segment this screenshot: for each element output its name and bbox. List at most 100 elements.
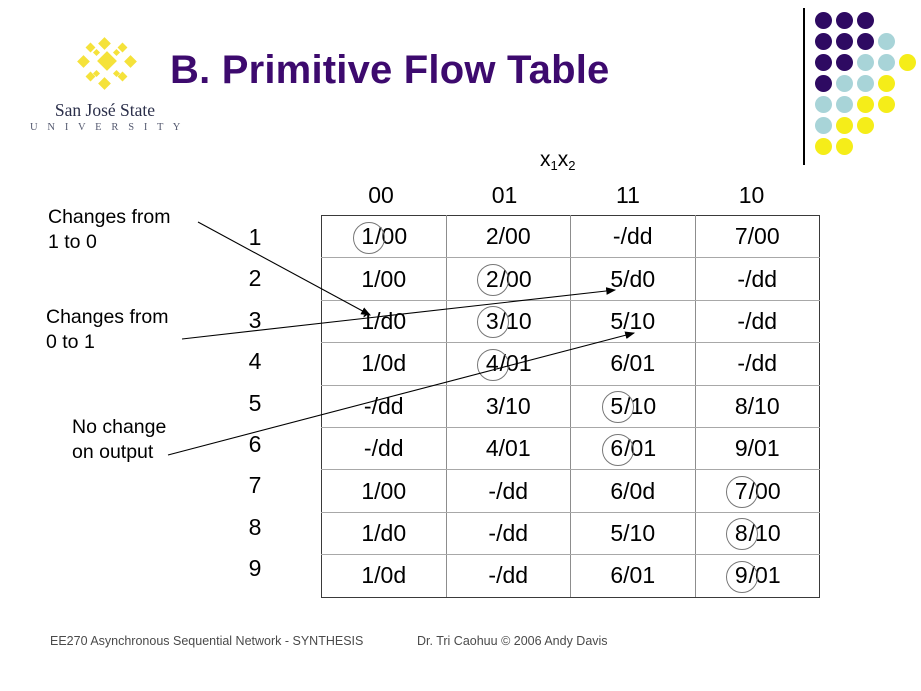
flow-cell-r4-c00: 1/0d [321,342,447,386]
decorative-dot-teal [878,54,895,71]
axis-label-x1-base: x [540,148,551,171]
flow-cell-content: 5/10 [610,308,655,335]
stable-state-circled: 6 [601,433,634,466]
flow-cell-content: -/dd [737,308,777,335]
next-state: - [488,519,497,546]
flow-cell-content: 6/0d [610,478,655,505]
flow-cell-r8-c11: 5/10 [570,511,696,556]
cell-output: /dd [745,265,778,292]
next-state: 5 [610,307,624,334]
flow-cell-content: 9/01 [735,435,780,462]
next-state: - [363,392,372,419]
flow-cell-r2-c00: 1/00 [321,257,447,301]
flow-cell-content: -/dd [364,435,404,462]
next-state: 1 [361,265,375,292]
flow-cell-content: -/dd [488,520,528,547]
flow-cell-content: -/dd [737,266,777,293]
flow-cell-r7-c10: 7/00 [694,469,820,513]
decorative-dot-purple [836,33,853,50]
next-state: - [363,435,372,462]
next-state: 1 [361,350,375,377]
flow-cell-r7-c00: 1/00 [321,469,447,513]
row-label-7: 7 [248,472,262,499]
flow-cell-content: 1/0d [361,350,406,377]
column-header-10: 10 [738,182,765,208]
next-state: 2 [485,223,499,250]
flow-cell-content: 6/01 [610,350,655,377]
decorative-dot-teal [878,33,895,50]
flow-cell-content: 3/10 [486,393,531,420]
decorative-dot-teal [836,75,853,92]
flow-cell-r4-c11: 6/01 [570,342,696,386]
decorative-dot-yellow [815,138,832,155]
flow-cell-r9-c11: 6/01 [570,554,696,598]
cell-output: /dd [371,435,404,462]
cell-output: /01 [748,562,781,589]
flow-cell-r6-c01: 4/01 [445,426,571,471]
next-state: 7 [734,223,748,250]
next-state: 1 [361,307,375,334]
next-state: 6 [610,477,624,504]
cell-output: /10 [623,519,656,546]
flow-cell-r1-c01: 2/00 [445,214,571,259]
flow-cell-r3-c10: -/dd [694,299,820,344]
next-state: - [737,265,746,292]
decorative-dot-purple [857,12,874,29]
decorative-vertical-rule [803,8,805,165]
flow-cell-content: 7/00 [735,223,780,250]
row-label-9: 9 [248,555,262,582]
decorative-dot-grid [815,12,921,155]
cell-output: /00 [748,477,781,504]
axis-label-x2-sub: 2 [568,158,576,173]
row-label-6: 6 [248,431,262,457]
flow-cell-content: 4/01 [486,435,531,462]
sjsu-wordmark: San José State [54,100,156,120]
cell-output: /d0 [374,307,407,334]
flow-cell-content: 5/d0 [610,266,655,293]
column-header-00: 00 [368,182,394,208]
row-label-3: 3 [248,306,262,333]
cell-output: /0d [374,350,407,377]
row-label-8: 8 [248,513,262,540]
cell-output: /dd [745,307,778,334]
flow-cell-r2-c01: 2/00 [445,257,571,301]
table-row: 1/00 2/00 -/dd 7/00 [321,214,820,259]
next-state: 6 [610,350,624,377]
cell-output: /dd [620,223,653,250]
next-state: 4 [485,435,499,462]
decorative-dot-teal [836,96,853,113]
flow-cell-r5-c11: 5/10 [570,384,696,428]
decorative-dot-purple [815,12,832,29]
flow-cell-r2-c10: -/dd [694,257,820,301]
flow-cell-r7-c11: 6/0d [570,469,696,513]
stable-state-circled: 4 [477,348,509,381]
stable-state-circled: 7 [726,476,758,509]
flow-cell-r3-c01: 3/10 [445,299,571,344]
next-state: 1 [361,562,375,589]
cell-output: /10 [499,307,532,334]
footer-credit-label: Dr. Tri Caohuu © 2006 Andy Davis [417,634,608,648]
flow-cell-content: 6/01 [610,562,655,589]
stable-state-circled: 3 [477,306,509,339]
flow-cell-r9-c00: 1/0d [321,554,447,598]
page-title: B. Primitive Flow Table [170,48,610,92]
cell-output: /01 [499,350,532,377]
column-header-11: 11 [616,182,640,208]
cell-output: /d0 [623,265,656,292]
next-state: 1 [361,519,375,546]
cell-output: /00 [374,477,407,504]
table-row: -/dd 3/10 5/10 8/10 [321,384,820,428]
decorative-dot-teal [857,75,874,92]
flow-cell-r5-c00: -/dd [321,384,447,428]
flow-cell-r4-c10: -/dd [694,342,820,386]
flow-cell-r5-c01: 3/10 [445,384,571,428]
table-row: -/dd 4/01 6/01 9/01 [321,426,820,471]
cell-output: /01 [623,350,656,377]
row-label-5: 5 [248,389,262,416]
flow-cell-r8-c00: 1/d0 [321,511,447,556]
stable-state-circled: 2 [477,264,509,297]
annotation-changes-1-to-0: Changes from 1 to 0 [48,206,171,253]
row-label-2: 2 [248,265,262,292]
cell-output: /d0 [374,519,407,546]
flow-cell-content: 5/10 [601,391,656,424]
